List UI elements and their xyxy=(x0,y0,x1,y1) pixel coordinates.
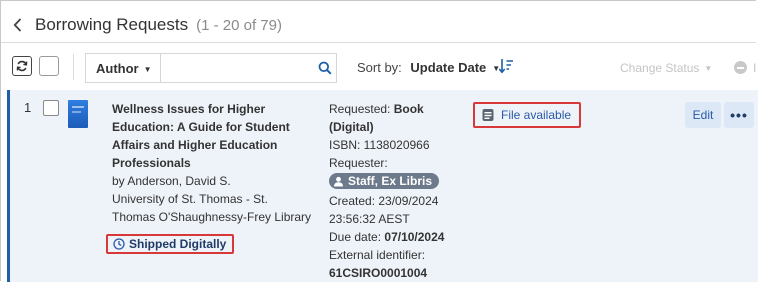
page-header: Borrowing Requests (1 - 20 of 79) xyxy=(9,13,282,37)
refresh-button[interactable] xyxy=(12,56,32,76)
lending-library: University of St. Thomas - St. Thomas O'… xyxy=(112,190,322,226)
library-line: University of St. Thomas - St. xyxy=(112,192,268,206)
person-icon xyxy=(334,176,343,186)
requester-name: Staff, Ex Libris xyxy=(348,174,433,188)
edit-button[interactable]: Edit xyxy=(685,102,721,128)
sort-label: Sort by: xyxy=(357,60,402,75)
item-author: by Anderson, David S. xyxy=(112,174,231,188)
more-actions-button[interactable]: ••• xyxy=(724,102,754,128)
filter-field-label: Author xyxy=(96,61,139,76)
minus-circle-icon[interactable] xyxy=(734,61,747,74)
file-available-link[interactable]: File available xyxy=(473,102,582,128)
due-date-value: 07/10/2024 xyxy=(384,229,445,244)
row-index: 1 xyxy=(24,100,32,115)
search-input[interactable] xyxy=(162,56,308,82)
change-status-label: Change Status xyxy=(620,61,700,75)
caret-down-icon: ▼ xyxy=(143,65,152,74)
item-title[interactable]: Wellness Issues for Higher Education: A … xyxy=(112,100,322,172)
toolbar: Author ▼ Sort by: Update Date ▼ Change Sta… xyxy=(1,47,758,87)
change-status-dropdown[interactable]: Change Status ▼ xyxy=(620,61,712,75)
item-title-line: Professionals xyxy=(112,156,191,170)
search-filter-box: Author ▼ xyxy=(85,53,337,83)
requested-value-line: (Digital) xyxy=(329,120,374,134)
truncated-action: I xyxy=(753,61,757,75)
requested-format: Requested: Book xyxy=(329,100,469,118)
clock-icon xyxy=(113,238,125,250)
item-details: Wellness Issues for Higher Education: A … xyxy=(106,100,322,254)
created-date: Created: 23/09/2024 xyxy=(329,193,439,208)
search-icon[interactable] xyxy=(318,61,332,75)
isbn: ISBN: 1138020966 xyxy=(329,138,430,152)
due-date-label: Due date: xyxy=(329,229,382,244)
due-date: Due date: 07/10/2024 xyxy=(329,228,469,246)
file-status-text: File available xyxy=(501,108,572,122)
select-all-checkbox[interactable] xyxy=(39,56,59,76)
shipped-status-badge: Shipped Digitally xyxy=(106,234,235,254)
row-checkbox[interactable] xyxy=(43,100,59,116)
caret-down-icon: ▼ xyxy=(704,64,713,73)
requested-label: Requested: xyxy=(329,102,391,116)
borrowing-requests-panel: Borrowing Requests (1 - 20 of 79) Author… xyxy=(0,0,758,282)
requester-badge[interactable]: Staff, Ex Libris xyxy=(329,173,440,189)
item-title-line: Wellness Issues for Higher xyxy=(112,102,266,116)
sort-field-dropdown[interactable]: Update Date xyxy=(410,60,486,75)
book-cover-thumbnail xyxy=(68,100,88,128)
created-time: 23:56:32 AEST xyxy=(329,211,410,226)
sort-control: Sort by: Update Date ▼ xyxy=(357,60,500,75)
item-title-line: Affairs and Higher Education xyxy=(112,138,278,152)
file-icon xyxy=(482,109,494,121)
header-divider xyxy=(1,42,756,43)
shipped-status-text: Shipped Digitally xyxy=(129,237,227,251)
requested-value: Book xyxy=(393,102,424,116)
request-details: Requested: Book (Digital) ISBN: 11380209… xyxy=(329,100,469,282)
results-count: (1 - 20 of 79) xyxy=(196,16,282,34)
item-title-line: Education: A Guide for Student xyxy=(112,120,290,134)
external-identifier-label: External identifier: xyxy=(329,247,426,262)
chevron-left-icon[interactable] xyxy=(9,15,25,35)
page-title: Borrowing Requests xyxy=(35,15,189,34)
filter-field-dropdown[interactable]: Author ▼ xyxy=(96,61,152,76)
filter-divider xyxy=(160,54,161,82)
table-row: 1 Wellness Issues for Higher Education: … xyxy=(7,90,758,282)
sort-direction-icon[interactable] xyxy=(498,57,514,75)
library-line: Thomas O'Shaughnessy-Frey Library xyxy=(112,210,312,224)
refresh-icon xyxy=(16,60,28,72)
requester-label: Requester: xyxy=(329,156,388,170)
external-identifier-value: 61CSIRO0001004 xyxy=(329,265,428,280)
toolbar-divider xyxy=(73,54,74,80)
